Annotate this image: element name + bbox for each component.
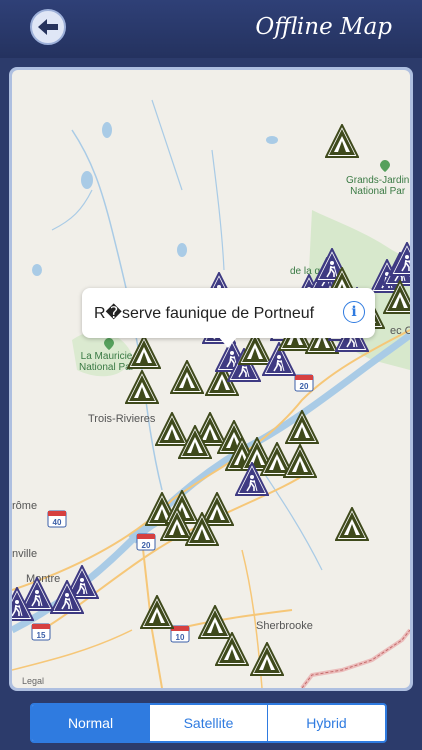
label-trois-rivieres: Trois-Rivieres xyxy=(88,413,156,425)
camping-marker[interactable] xyxy=(214,630,250,673)
camping-icon xyxy=(214,630,250,666)
camping-marker[interactable] xyxy=(282,442,318,485)
camping-icon xyxy=(184,510,220,546)
label-grands-jardins: Grands-Jardin National Par xyxy=(346,175,410,197)
page-title: Offline Map xyxy=(255,14,392,40)
highway-shield-15: 15 xyxy=(31,623,51,641)
camping-icon xyxy=(124,368,160,404)
camping-icon xyxy=(139,593,175,629)
hiking-icon xyxy=(12,585,35,621)
hiking-marker[interactable] xyxy=(12,585,35,628)
camping-marker[interactable] xyxy=(382,278,410,321)
camping-icon xyxy=(169,358,205,394)
camping-marker[interactable] xyxy=(334,505,370,548)
camping-icon xyxy=(126,333,162,369)
camping-marker[interactable] xyxy=(177,423,213,466)
camping-icon xyxy=(282,442,318,478)
hiking-marker[interactable] xyxy=(49,578,85,621)
camping-marker[interactable] xyxy=(124,368,160,411)
callout-tail xyxy=(218,336,238,348)
camping-marker[interactable] xyxy=(169,358,205,401)
header-bar: Offline Map xyxy=(0,0,422,58)
highway-shield-20-west: 20 xyxy=(136,533,156,551)
svg-text:20: 20 xyxy=(300,382,309,391)
label-granby: nville xyxy=(12,548,38,560)
label-west-city: rôme xyxy=(12,500,38,512)
camping-icon xyxy=(284,408,320,444)
map-callout[interactable]: R�serve faunique de Portneuf i xyxy=(82,288,375,348)
hiking-marker[interactable] xyxy=(389,240,410,283)
hiking-icon xyxy=(389,240,410,276)
camping-marker[interactable] xyxy=(139,593,175,636)
info-icon[interactable]: i xyxy=(343,301,365,323)
label-sherbrooke: Sherbrooke xyxy=(256,620,313,632)
segment-hybrid[interactable]: Hybrid xyxy=(268,705,385,741)
highway-shield-40: 40 xyxy=(47,510,67,528)
svg-text:15: 15 xyxy=(37,631,46,640)
highway-shield-20-east: 20 xyxy=(294,374,314,392)
back-arrow-icon xyxy=(38,19,58,35)
legal-link[interactable]: Legal xyxy=(22,676,44,686)
camping-icon xyxy=(177,423,213,459)
camping-marker[interactable] xyxy=(249,640,285,683)
map-frame: Trois-Rivieres Sherbrooke Montre rôme nv… xyxy=(9,67,413,691)
label-quebec-city: ec Ci xyxy=(390,325,410,337)
camping-icon xyxy=(324,122,360,158)
svg-text:10: 10 xyxy=(176,633,185,642)
hiking-marker[interactable] xyxy=(234,460,270,503)
hiking-icon xyxy=(49,578,85,614)
segment-normal[interactable]: Normal xyxy=(32,705,150,741)
svg-text:40: 40 xyxy=(53,518,62,527)
back-button[interactable] xyxy=(30,9,66,45)
hiking-icon xyxy=(234,460,270,496)
camping-icon xyxy=(249,640,285,676)
camping-marker[interactable] xyxy=(324,122,360,165)
camping-icon xyxy=(382,278,410,314)
park-pin-icon xyxy=(380,160,390,172)
map-view[interactable]: Trois-Rivieres Sherbrooke Montre rôme nv… xyxy=(12,70,410,688)
camping-icon xyxy=(334,505,370,541)
callout-title: R�serve faunique de Portneuf xyxy=(94,305,315,322)
segment-satellite[interactable]: Satellite xyxy=(150,705,268,741)
map-type-segmented-control: Normal Satellite Hybrid xyxy=(30,703,387,743)
camping-marker[interactable] xyxy=(184,510,220,553)
svg-text:20: 20 xyxy=(142,541,151,550)
